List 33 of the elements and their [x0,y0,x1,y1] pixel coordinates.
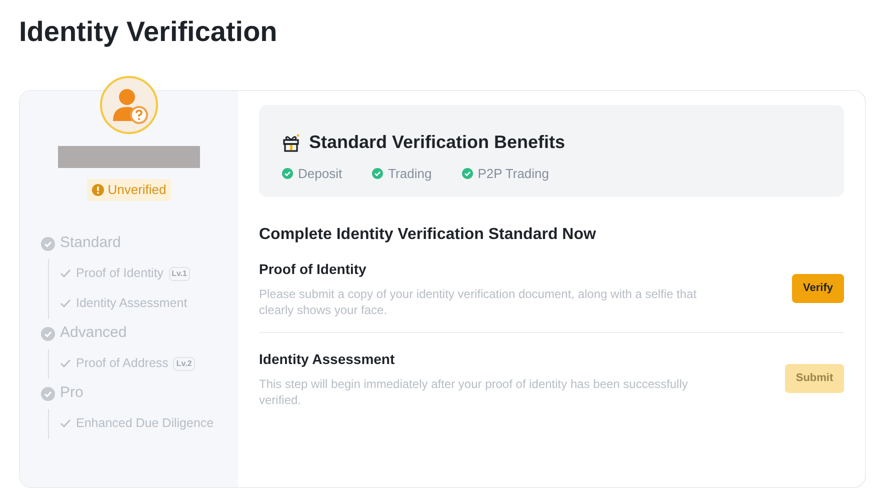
check-circle-icon [41,236,55,250]
benefits-title: Standard Verification Benefits [309,131,566,154]
verify-button[interactable]: Verify [792,274,844,303]
status-text: Unverified [108,181,166,199]
level-label: Advanced [60,323,127,344]
check-icon [60,359,71,368]
step-description: Please submit a copy of your identity verification document, along with a selfie that clearly shows your face. [259,286,698,318]
page-title: Identity Verification [19,15,278,49]
benefit-label: P2P Trading [478,165,549,183]
check-circle-icon [462,168,473,180]
step-label: Identity Assessment [76,295,188,312]
step-label: Proof of Identity [76,265,164,282]
check-icon [60,299,71,308]
gift-icon [281,132,301,152]
check-icon [60,269,71,278]
level-label: Standard [60,233,121,254]
level-badge: Lv.1 [168,266,190,280]
step-title: Proof of Identity [259,260,368,279]
check-circle-icon [372,168,384,180]
check-icon [60,419,71,428]
check-circle-icon [282,168,293,180]
step-title: Identity Assessment [259,350,396,369]
section-title: Complete Identity Verification Standard Now [259,225,597,245]
step-label: Proof of Address [76,355,168,372]
step-label: Enhanced Due Diligence [76,415,214,432]
level-badge: Lv.2 [173,356,195,370]
step-description: This step will begin immediately after your proof of identity has been successfully verified. [259,376,689,408]
check-circle-icon [41,386,55,400]
benefit-label: Trading [388,165,432,183]
check-circle-icon [41,326,55,340]
benefit-label: Deposit [298,165,342,183]
alert-icon [92,184,104,196]
level-label: Pro [60,383,84,404]
